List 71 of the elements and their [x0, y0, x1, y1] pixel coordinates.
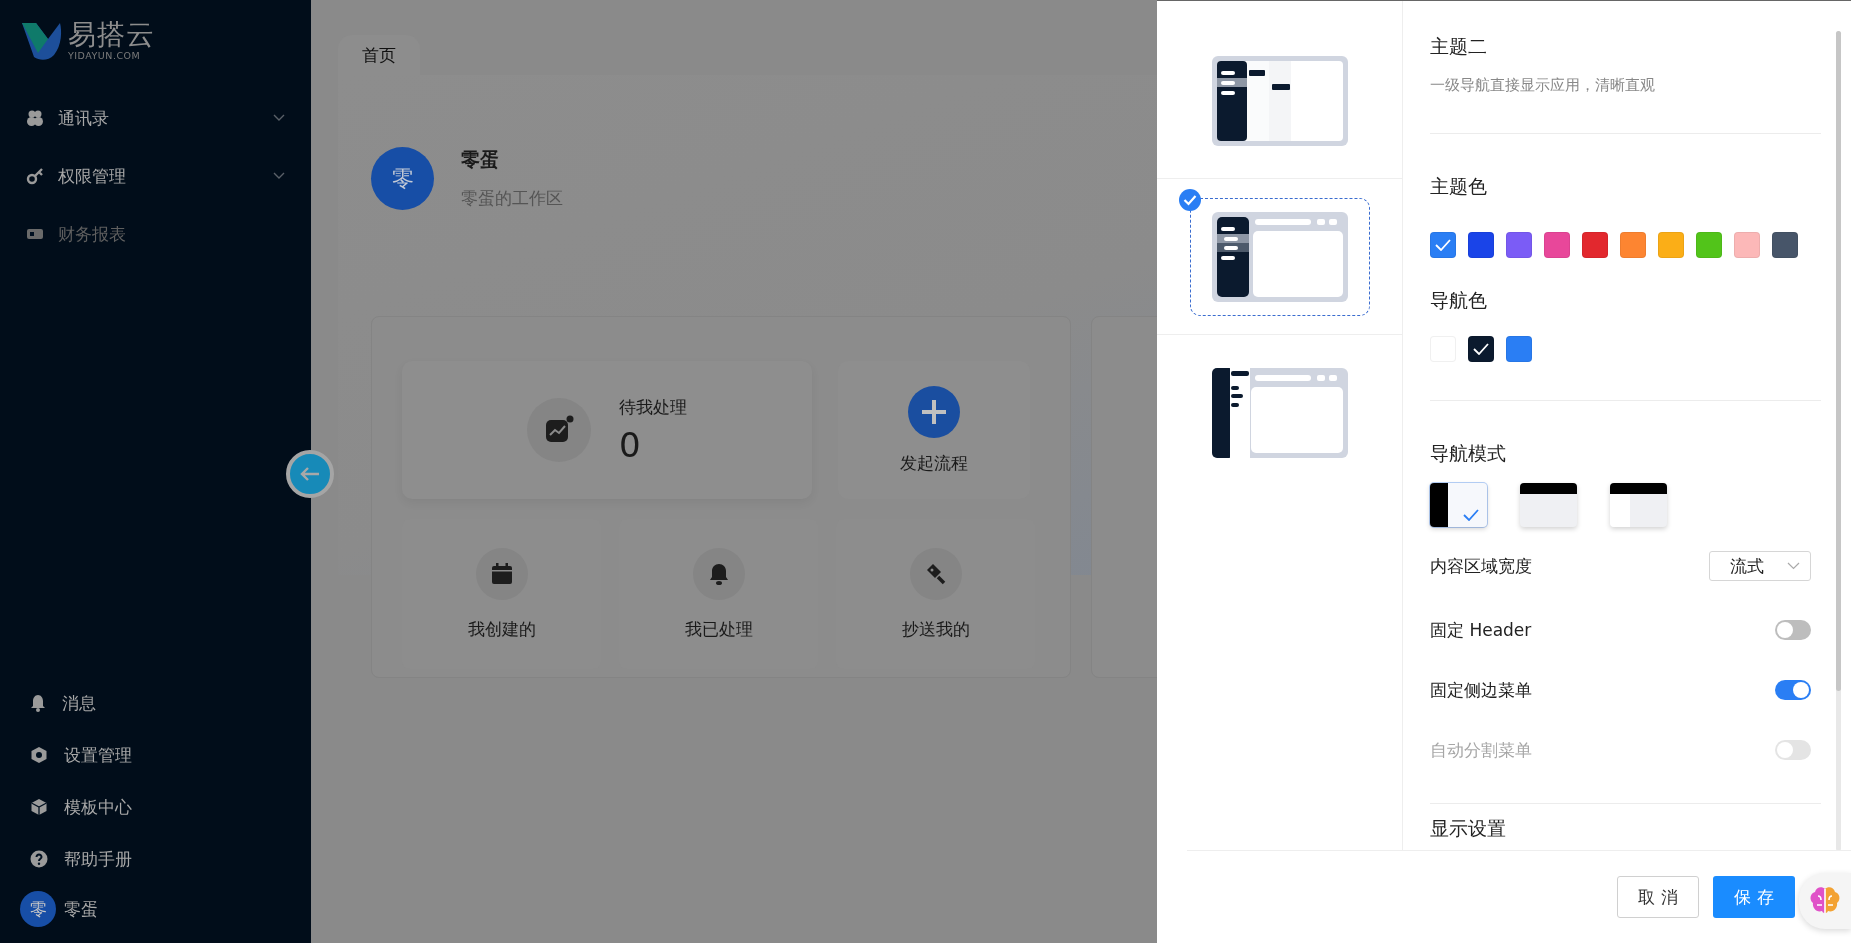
field-label: 内容区域宽度 — [1430, 554, 1532, 578]
shortcut-label: 抄送我的 — [901, 617, 970, 641]
chevron-down-icon — [1787, 562, 1800, 570]
chart-icon — [544, 415, 574, 445]
check-icon — [1473, 343, 1489, 355]
switch-label: 固定 Header — [1430, 618, 1532, 642]
check-icon — [1463, 509, 1479, 521]
arrow-left-icon — [300, 467, 320, 481]
logo-domain: YIDAYUN.COM — [68, 51, 142, 61]
help-icon — [30, 850, 48, 868]
color-swatch[interactable] — [1772, 232, 1798, 258]
color-swatch[interactable] — [1620, 232, 1646, 258]
color-swatch[interactable] — [1468, 336, 1494, 362]
color-swatch[interactable] — [1506, 336, 1532, 362]
color-swatch[interactable] — [1468, 232, 1494, 258]
chevron-down-icon — [273, 172, 285, 180]
start-process-label: 发起流程 — [900, 451, 968, 475]
toggle-switch[interactable] — [1775, 680, 1811, 700]
calendar-icon — [489, 561, 514, 586]
brain-icon — [1809, 886, 1841, 916]
section-title: 显示设置 — [1430, 816, 1507, 841]
switch-label: 自动分割菜单 — [1430, 738, 1532, 762]
settings-icon — [30, 746, 48, 764]
assistant-button[interactable] — [1799, 873, 1851, 929]
toggle-switch[interactable] — [1775, 620, 1811, 640]
sidebar-item[interactable]: 帮助手册 — [0, 833, 311, 885]
save-button[interactable]: 保 存 — [1713, 876, 1795, 918]
layout-option[interactable] — [1189, 197, 1370, 316]
color-swatch[interactable] — [1506, 232, 1532, 258]
user-avatar[interactable]: 零 — [20, 891, 56, 927]
pending-count: 0 — [619, 424, 642, 465]
color-swatch[interactable] — [1582, 232, 1608, 258]
width-select[interactable]: 流式 — [1709, 551, 1811, 581]
user-name: 零蛋 — [64, 897, 98, 921]
chevron-down-icon — [273, 114, 285, 122]
color-swatch[interactable] — [1544, 232, 1570, 258]
sidebar-item[interactable]: 模板中心 — [0, 781, 311, 833]
shortcut-label: 我创建的 — [467, 617, 536, 641]
check-badge-icon — [1179, 189, 1201, 211]
sidebar-item[interactable]: 设置管理 — [0, 729, 311, 781]
color-swatch[interactable] — [1658, 232, 1684, 258]
pending-tile[interactable]: 待我处理 0 — [402, 361, 812, 499]
check-icon — [1435, 239, 1451, 251]
sidebar-item[interactable]: 通讯录 — [0, 89, 311, 147]
shortcut-label: 我已处理 — [684, 617, 753, 641]
cancel-button[interactable]: 取 消 — [1617, 876, 1699, 918]
theme-description: 一级导航直接显示应用，清晰直观 — [1430, 76, 1656, 95]
nav-mode-option[interactable] — [1520, 483, 1577, 527]
sidebar-item[interactable]: 消息 — [0, 677, 311, 729]
color-swatch[interactable] — [1734, 232, 1760, 258]
collapse-button[interactable] — [286, 450, 334, 498]
nav-mode-option[interactable] — [1610, 483, 1667, 527]
section-title: 导航模式 — [1430, 441, 1507, 466]
section-title: 主题色 — [1430, 174, 1488, 199]
plus-icon — [908, 385, 960, 438]
section-title: 导航色 — [1430, 288, 1488, 313]
nav-mode-option[interactable] — [1430, 483, 1487, 527]
theme-title: 主题二 — [1430, 34, 1488, 59]
switch-label: 固定侧边菜单 — [1430, 678, 1532, 702]
cube-icon — [30, 798, 48, 816]
logo-text: 易搭云 — [68, 21, 155, 50]
color-swatch[interactable] — [1696, 232, 1722, 258]
bell-icon — [30, 694, 46, 712]
key-icon — [26, 167, 44, 185]
workspace-avatar: 零 — [371, 147, 434, 210]
scrollbar-thumb[interactable] — [1836, 31, 1841, 691]
pending-label: 待我处理 — [619, 395, 687, 419]
workspace-name: 零蛋 — [461, 147, 500, 172]
people-icon — [26, 109, 44, 127]
sidebar-item[interactable]: 权限管理 — [0, 147, 311, 205]
color-swatch[interactable] — [1430, 232, 1456, 258]
